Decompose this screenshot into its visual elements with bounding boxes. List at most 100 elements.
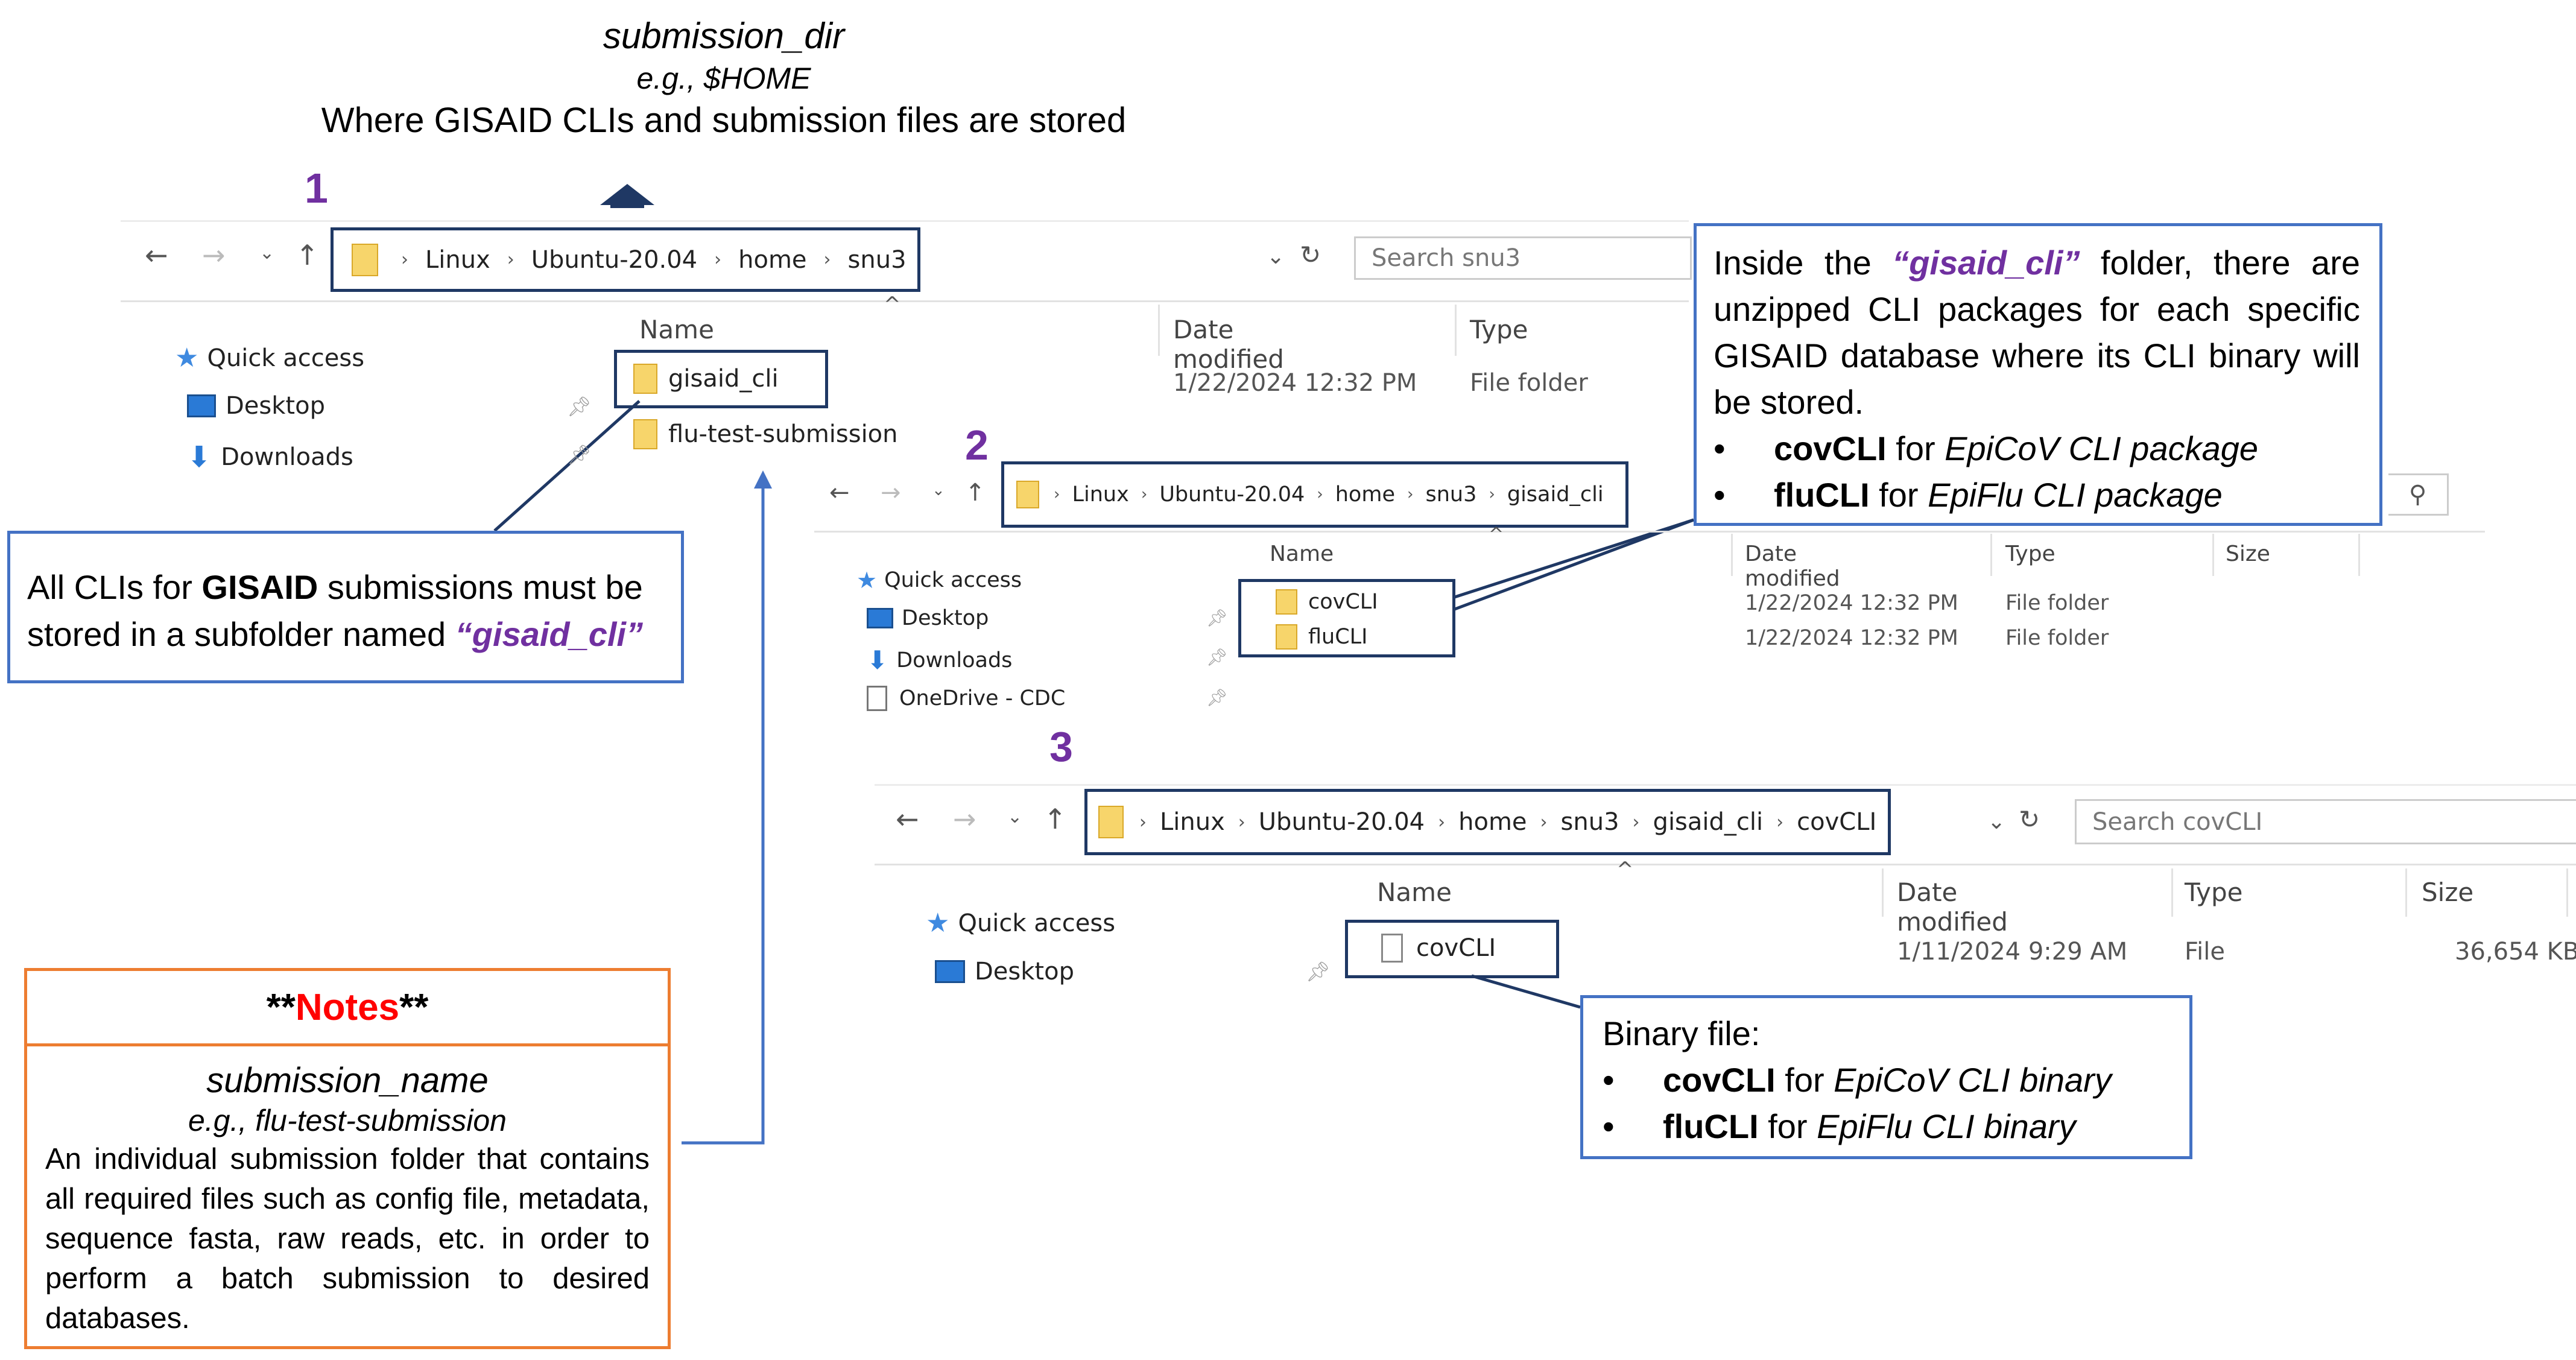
crumb-linux[interactable]: Linux (425, 246, 490, 274)
up-arrow-nav-icon[interactable]: ↑ (296, 241, 319, 269)
crumb-home[interactable]: home (1335, 482, 1395, 507)
sidebar-onedrive[interactable]: OneDrive - CDC (867, 686, 1065, 711)
sidebar-quick-access[interactable]: ★ Quick access (175, 343, 364, 373)
column-name[interactable]: Name (639, 315, 714, 344)
search-icon: ⚲ (2408, 481, 2427, 508)
callout-inside-gisaid-cli: Inside the “gisaid_cli” folder, there ar… (1694, 223, 2382, 526)
forward-arrow-icon[interactable]: → (202, 241, 226, 269)
type-gisaid-cli: File folder (1470, 369, 1588, 397)
sidebar-desktop[interactable]: Desktop (867, 606, 989, 630)
file-covcli[interactable]: covCLI (1381, 934, 1496, 963)
sort-caret-icon[interactable]: ^ (884, 294, 901, 315)
sidebar-quick-access[interactable]: ★ Quick access (926, 908, 1115, 938)
dropdown-chevron-icon[interactable]: ⌄ (1267, 246, 1285, 268)
breadcrumb-2[interactable]: › Linux › Ubuntu-20.04 › home › snu3 › gisaid… (1001, 461, 1628, 528)
star-icon: ★ (175, 343, 199, 373)
file-icon (1381, 934, 1403, 963)
star-icon: ★ (926, 908, 950, 938)
up-arrow-nav-icon[interactable]: ↑ (1043, 805, 1067, 833)
date-covcli: 1/22/2024 12:32 PM (1745, 591, 1958, 615)
search-input-1[interactable]: Search snu3 (1354, 236, 1692, 280)
folder-covcli[interactable]: covCLI (1276, 589, 1378, 615)
column-name[interactable]: Name (1270, 542, 1334, 566)
crumb-linux[interactable]: Linux (1160, 808, 1225, 836)
forward-arrow-icon[interactable]: → (881, 481, 901, 505)
bullet-flucli-binary: fluCLI for EpiFlu CLI binary (1603, 1103, 2173, 1150)
column-date-modified[interactable]: Date modified (1897, 878, 2008, 937)
forward-arrow-icon[interactable]: → (953, 805, 976, 833)
column-type[interactable]: Type (1470, 315, 1528, 344)
sort-caret-icon[interactable]: ^ (1616, 859, 1634, 880)
crumb-gisaid-cli[interactable]: gisaid_cli (1507, 482, 1604, 507)
pin-icon[interactable]: 📌︎ (1206, 608, 1228, 628)
breadcrumb-1[interactable]: › Linux › Ubuntu-20.04 › home › snu3 (331, 227, 920, 292)
column-size[interactable]: Size (2226, 542, 2270, 566)
download-arrow-icon: ⬇ (187, 440, 212, 474)
type-flucli: File folder (2005, 626, 2109, 650)
sidebar-downloads[interactable]: ⬇ Downloads (187, 440, 353, 474)
refresh-icon[interactable]: ↻ (2019, 807, 2040, 832)
date-flucli: 1/22/2024 12:32 PM (1745, 626, 1958, 650)
breadcrumb-3[interactable]: › Linux › Ubuntu-20.04 › home › snu3 › gisaid… (1084, 789, 1891, 855)
chevron-down-icon[interactable]: ⌄ (932, 482, 945, 498)
chevron-down-icon[interactable]: ⌄ (259, 244, 274, 262)
up-arrow-icon (600, 184, 654, 205)
folder-icon (1276, 624, 1297, 650)
column-type[interactable]: Type (2185, 878, 2242, 907)
column-name[interactable]: Name (1377, 878, 1452, 907)
crumb-gisaid-cli[interactable]: gisaid_cli (1653, 808, 1764, 836)
submission-dir-example: e.g., $HOME (636, 62, 811, 95)
crumb-snu3[interactable]: snu3 (848, 246, 907, 274)
step-number-1: 1 (305, 165, 328, 212)
sidebar-desktop[interactable]: Desktop (187, 392, 325, 420)
chevron-down-icon[interactable]: ⌄ (1007, 808, 1022, 826)
sort-caret-icon[interactable]: ^ (1489, 526, 1504, 544)
type-covcli-binary: File (2185, 938, 2225, 966)
folder-gisaid-cli[interactable]: gisaid_cli (633, 364, 779, 394)
folder-flucli[interactable]: fluCLI (1276, 624, 1368, 650)
desktop-icon (867, 608, 893, 628)
pin-icon[interactable]: 📌︎ (1306, 960, 1331, 983)
back-arrow-icon[interactable]: ← (896, 805, 919, 833)
pin-icon[interactable]: 📌︎ (567, 443, 592, 466)
crumb-home[interactable]: home (738, 246, 806, 274)
pin-icon[interactable]: 📌︎ (1206, 647, 1228, 667)
column-date-modified[interactable]: Date modified (1173, 315, 1284, 374)
crumb-ubuntu[interactable]: Ubuntu-20.04 (1159, 482, 1305, 507)
notes-example: e.g., flu-test-submission (188, 1104, 507, 1137)
desktop-icon (187, 394, 216, 417)
back-arrow-icon[interactable]: ← (829, 481, 850, 505)
column-date-modified[interactable]: Date modified (1745, 542, 1840, 591)
refresh-icon[interactable]: ↻ (1300, 242, 1321, 268)
folder-icon (633, 364, 657, 394)
header: submission_dir e.g., $HOME Where GISAID … (181, 12, 1267, 145)
crumb-ubuntu[interactable]: Ubuntu-20.04 (1259, 808, 1425, 836)
folder-flu-test-submission[interactable]: flu-test-submission (633, 419, 898, 449)
notes-box: ** Notes ** submission_name e.g., flu-test… (24, 968, 671, 1349)
crumb-home[interactable]: home (1458, 808, 1527, 836)
crumb-snu3[interactable]: snu3 (1425, 482, 1476, 507)
search-input-3[interactable]: Search covCLI (2075, 799, 2576, 844)
column-type[interactable]: Type (2005, 542, 2055, 566)
dropdown-chevron-icon[interactable]: ⌄ (1987, 811, 2005, 833)
column-size[interactable]: Size (2422, 878, 2473, 907)
crumb-snu3[interactable]: snu3 (1561, 808, 1619, 836)
search-input-2[interactable]: ⚲ (2388, 473, 2449, 516)
notes-body: An individual submission folder that con… (45, 1143, 650, 1335)
sidebar-quick-access[interactable]: ★ Quick access (856, 567, 1022, 593)
pin-icon[interactable]: 📌︎ (1206, 688, 1228, 707)
document-icon (867, 686, 887, 711)
crumb-covcli[interactable]: covCLI (1797, 808, 1876, 836)
pin-icon[interactable]: 📌︎ (567, 395, 592, 418)
folder-icon (1098, 806, 1124, 838)
up-arrow-nav-icon[interactable]: ↑ (965, 481, 986, 505)
sidebar-desktop[interactable]: Desktop (935, 958, 1074, 985)
date-gisaid-cli: 1/22/2024 12:32 PM (1173, 369, 1417, 397)
crumb-ubuntu[interactable]: Ubuntu-20.04 (531, 246, 697, 274)
crumb-linux[interactable]: Linux (1072, 482, 1129, 507)
desktop-icon (935, 960, 965, 983)
sidebar-downloads[interactable]: ⬇ Downloads (867, 645, 1012, 675)
back-arrow-icon[interactable]: ← (145, 241, 168, 269)
download-arrow-icon: ⬇ (867, 645, 888, 675)
size-covcli-binary: 36,654 KB (2455, 938, 2576, 966)
